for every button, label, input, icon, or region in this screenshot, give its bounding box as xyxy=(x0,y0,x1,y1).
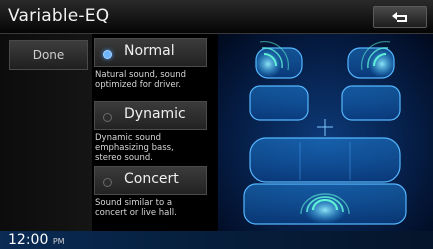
back-button[interactable] xyxy=(373,6,427,28)
front-right-seat-icon xyxy=(341,40,401,121)
option-dynamic[interactable]: Dynamic xyxy=(94,101,207,130)
option-label: Dynamic xyxy=(124,106,186,122)
option-description: Sound similar to a concert or live hall. xyxy=(95,198,215,218)
option-description: Dynamic sound emphasizing bass, stereo s… xyxy=(95,133,215,163)
description-line: Natural sound, sound xyxy=(95,70,187,80)
unselected-indicator-icon xyxy=(103,178,112,187)
left-panel: Done xyxy=(0,34,92,231)
front-left-seat-icon xyxy=(249,40,309,121)
clock-time: 12:00 xyxy=(8,232,49,248)
option-label: Normal xyxy=(124,43,175,59)
description-line: stereo sound. xyxy=(95,153,153,163)
cabin-illustration xyxy=(243,40,407,225)
option-description: Natural sound, sound optimized for drive… xyxy=(95,70,215,90)
option-label: Concert xyxy=(124,171,179,187)
done-button[interactable]: Done xyxy=(9,40,88,70)
description-line: optimized for driver. xyxy=(95,80,182,90)
rear-seat-icon xyxy=(243,137,407,225)
description-line: Dynamic sound xyxy=(95,133,161,143)
selected-indicator-icon xyxy=(103,50,112,59)
back-arrow-icon xyxy=(392,12,407,22)
clock: 12:00 PM xyxy=(8,232,65,248)
option-normal[interactable]: Normal xyxy=(94,38,207,67)
listening-center-marker xyxy=(317,119,333,136)
title-bar: Variable-EQ xyxy=(0,0,433,34)
option-concert[interactable]: Concert xyxy=(94,166,207,195)
clock-ampm: PM xyxy=(52,237,65,246)
status-bar: 12:00 PM xyxy=(0,231,433,249)
variable-eq-screen: Variable-EQ Done Normal Natural sound, s… xyxy=(0,0,433,249)
description-line: emphasizing bass, xyxy=(95,143,174,153)
description-line: concert or live hall. xyxy=(95,208,177,218)
seat-sound-diagram xyxy=(218,34,433,231)
description-line: Sound similar to a xyxy=(95,198,173,208)
page-title: Variable-EQ xyxy=(8,6,110,26)
unselected-indicator-icon xyxy=(103,113,112,122)
